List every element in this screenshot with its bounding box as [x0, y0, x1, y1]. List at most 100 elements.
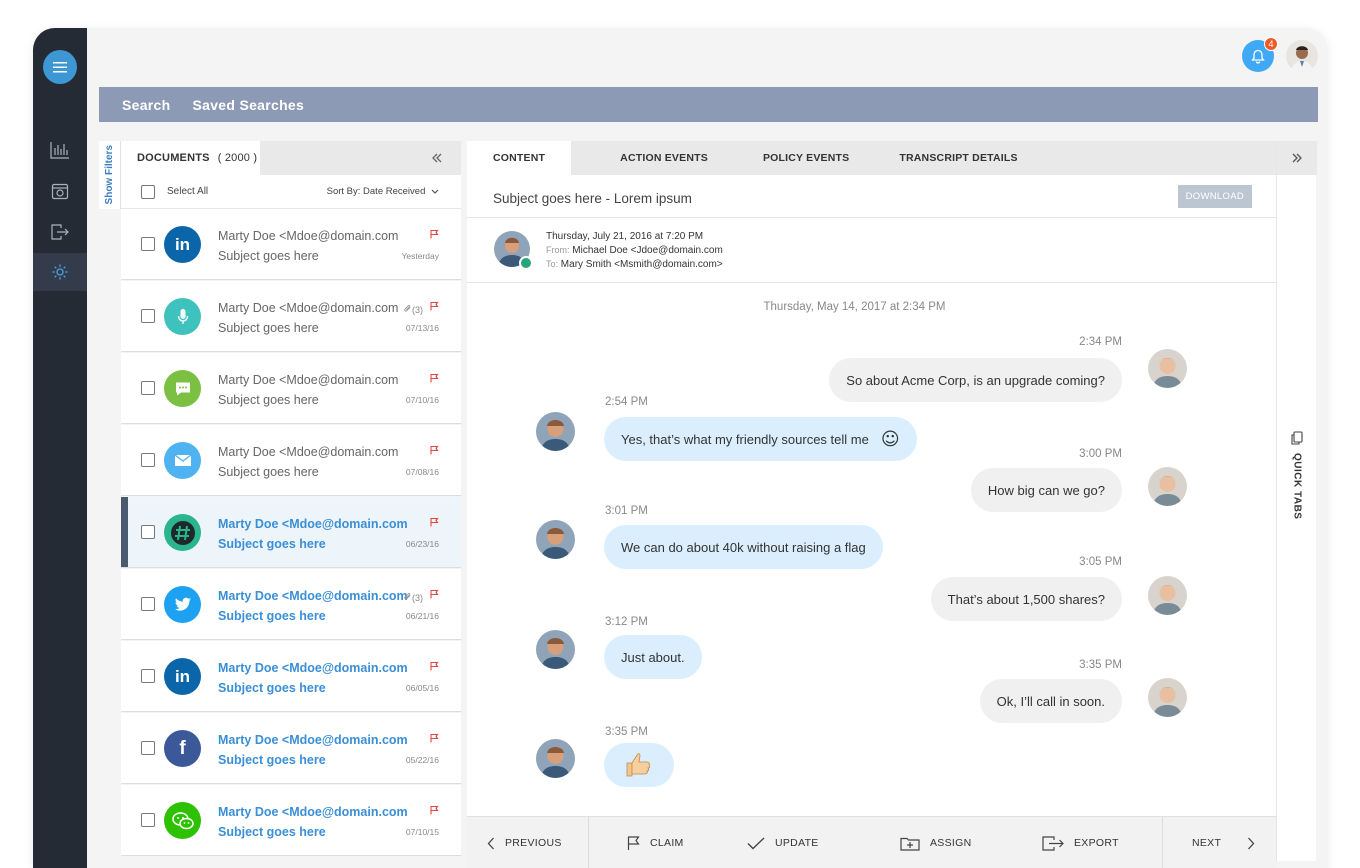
document-subject: Subject goes here — [218, 465, 319, 479]
notifications-button[interactable]: 4 — [1242, 37, 1278, 72]
user-avatar[interactable] — [1286, 40, 1318, 72]
flag-icon[interactable] — [429, 301, 439, 311]
document-checkbox[interactable] — [141, 237, 155, 251]
twitter-icon — [164, 586, 201, 623]
document-date: 07/10/16 — [405, 395, 439, 405]
message-timestamp: 3:01 PM — [605, 505, 648, 517]
flag-icon[interactable] — [429, 733, 439, 743]
email-icon — [164, 442, 201, 479]
document-checkbox[interactable] — [141, 813, 155, 827]
assign-button[interactable]: ASSIGN — [900, 817, 971, 868]
quick-tabs-button[interactable]: QUICK TABS — [1285, 431, 1309, 519]
message-text: We can do about 40k without raising a fl… — [621, 539, 866, 555]
previous-button[interactable]: PREVIOUS — [487, 817, 562, 868]
document-checkbox[interactable] — [141, 309, 155, 323]
document-checkbox[interactable] — [141, 741, 155, 755]
show-filters-tab[interactable]: Show Filters — [99, 141, 121, 209]
tab-transcript-details[interactable]: TRANSCRIPT DETAILS — [873, 141, 1041, 175]
search-link[interactable]: Search — [122, 97, 171, 113]
claim-button[interactable]: CLAIM — [627, 817, 684, 868]
sort-by-label: Sort By: Date Received — [326, 186, 426, 197]
app-window: 4 Search Saved Searches Show Filters DOC… — [33, 28, 1328, 868]
documents-panel: Show Filters DOCUMENTS ( 2000 ) Select A… — [99, 141, 461, 861]
search-bar: Search Saved Searches — [99, 87, 1318, 122]
document-list-item[interactable]: Marty Doe <Mdoe@domain.com Subject goes h… — [121, 425, 461, 496]
previous-label: PREVIOUS — [505, 837, 562, 849]
document-subject: Subject goes here — [218, 393, 319, 407]
document-checkbox[interactable] — [141, 381, 155, 395]
download-button[interactable]: DOWNLOAD — [1177, 185, 1252, 208]
received-message-bubble: Just about. — [604, 635, 702, 679]
document-list-item[interactable]: Marty Doe <Mdoe@domain.com Subject goes h… — [121, 497, 461, 568]
flag-icon[interactable] — [429, 229, 439, 239]
linkedin-icon: in — [164, 226, 201, 263]
bar-chart-icon — [50, 142, 69, 159]
document-checkbox[interactable] — [141, 525, 155, 539]
assign-folder-icon — [900, 837, 920, 851]
from-label: From: — [546, 245, 570, 255]
sidebar-item-analytics[interactable] — [33, 131, 87, 169]
document-from: Marty Doe <Mdoe@domain.com — [218, 589, 408, 603]
flag-icon[interactable] — [429, 517, 439, 527]
flag-icon[interactable] — [429, 805, 439, 815]
document-from: Marty Doe <Mdoe@domain.com — [218, 733, 408, 747]
document-list-item[interactable]: Marty Doe <Mdoe@domain.com Subject goes h… — [121, 281, 461, 352]
attachment-count: (3) — [412, 305, 423, 315]
document-list-item[interactable]: Marty Doe <Mdoe@domain.com Subject goes h… — [121, 569, 461, 640]
document-subject: Subject goes here — [218, 681, 326, 695]
chevron-right-icon — [1248, 837, 1255, 849]
document-checkbox[interactable] — [141, 669, 155, 683]
document-checkbox[interactable] — [141, 453, 155, 467]
document-from: Marty Doe <Mdoe@domain.com — [218, 661, 408, 675]
sidebar-item-settings[interactable] — [33, 253, 87, 291]
sidebar-item-archive[interactable] — [33, 172, 87, 210]
flag-icon[interactable] — [429, 373, 439, 383]
documents-count: ( 2000 ) — [217, 152, 258, 164]
gear-icon — [52, 264, 68, 280]
export-icon — [1042, 835, 1064, 851]
sort-by-dropdown[interactable]: Sort By: Date Received — [327, 186, 439, 197]
copy-icon — [1291, 431, 1303, 445]
select-all-checkbox[interactable] — [141, 184, 155, 199]
attachment-count: (3) — [412, 593, 423, 603]
document-list-item[interactable]: Marty Doe <Mdoe@domain.com Subject goes h… — [121, 353, 461, 424]
message-text: Just about. — [621, 649, 685, 665]
from-value: Michael Doe <Jdoe@domain.com — [572, 245, 723, 256]
update-button[interactable]: UPDATE — [747, 817, 819, 868]
flag-icon[interactable] — [429, 661, 439, 671]
hamburger-menu-button[interactable] — [43, 50, 77, 84]
document-list-item[interactable]: in Marty Doe <Mdoe@domain.com Subject goes… — [121, 209, 461, 280]
sidebar — [33, 28, 87, 868]
tab-policy-events[interactable]: POLICY EVENTS — [732, 141, 873, 175]
sent-message-bubble: That’s about 1,500 shares? — [930, 577, 1122, 621]
document-checkbox[interactable] — [141, 597, 155, 611]
document-list-item[interactable]: in Marty Doe <Mdoe@domain.com Subject goes… — [121, 641, 461, 712]
attachment-indicator: (3) — [403, 304, 423, 315]
saved-searches-link[interactable]: Saved Searches — [193, 97, 305, 113]
message-date: Thursday, July 21, 2016 at 7:20 PM — [546, 231, 704, 242]
tab-action-events[interactable]: ACTION EVENTS — [571, 141, 732, 175]
message-meta: Thursday, July 21, 2016 at 7:20 PM From:… — [467, 217, 1276, 283]
recipient-avatar — [1148, 678, 1187, 717]
documents-tab[interactable]: DOCUMENTS ( 2000 ) — [121, 141, 260, 175]
notification-count-badge: 4 — [1264, 37, 1278, 51]
collapse-left-button[interactable] — [431, 150, 443, 166]
channel-badge — [519, 256, 533, 270]
flag-icon[interactable] — [429, 589, 439, 599]
sidebar-item-logout[interactable] — [33, 213, 87, 251]
document-date: Yesterday — [401, 251, 440, 261]
tab-content[interactable]: CONTENT — [467, 141, 572, 175]
export-button[interactable]: EXPORT — [1042, 817, 1119, 868]
slack-icon — [164, 514, 201, 551]
document-list-item[interactable]: Marty Doe <Mdoe@domain.com Subject goes h… — [121, 785, 461, 856]
expand-right-button[interactable] — [1277, 141, 1317, 175]
next-button[interactable]: NEXT — [1192, 817, 1255, 868]
document-subject: Subject goes here — [218, 321, 319, 335]
document-subject: Subject goes here — [218, 753, 326, 767]
document-list-item[interactable]: f Marty Doe <Mdoe@domain.com Subject goes … — [121, 713, 461, 784]
chat-icon — [164, 370, 201, 407]
sent-message-bubble: So about Acme Corp, is an upgrade coming… — [829, 358, 1122, 402]
document-date: 06/05/16 — [405, 683, 439, 693]
sender-avatar — [536, 520, 575, 559]
flag-icon[interactable] — [429, 445, 439, 455]
